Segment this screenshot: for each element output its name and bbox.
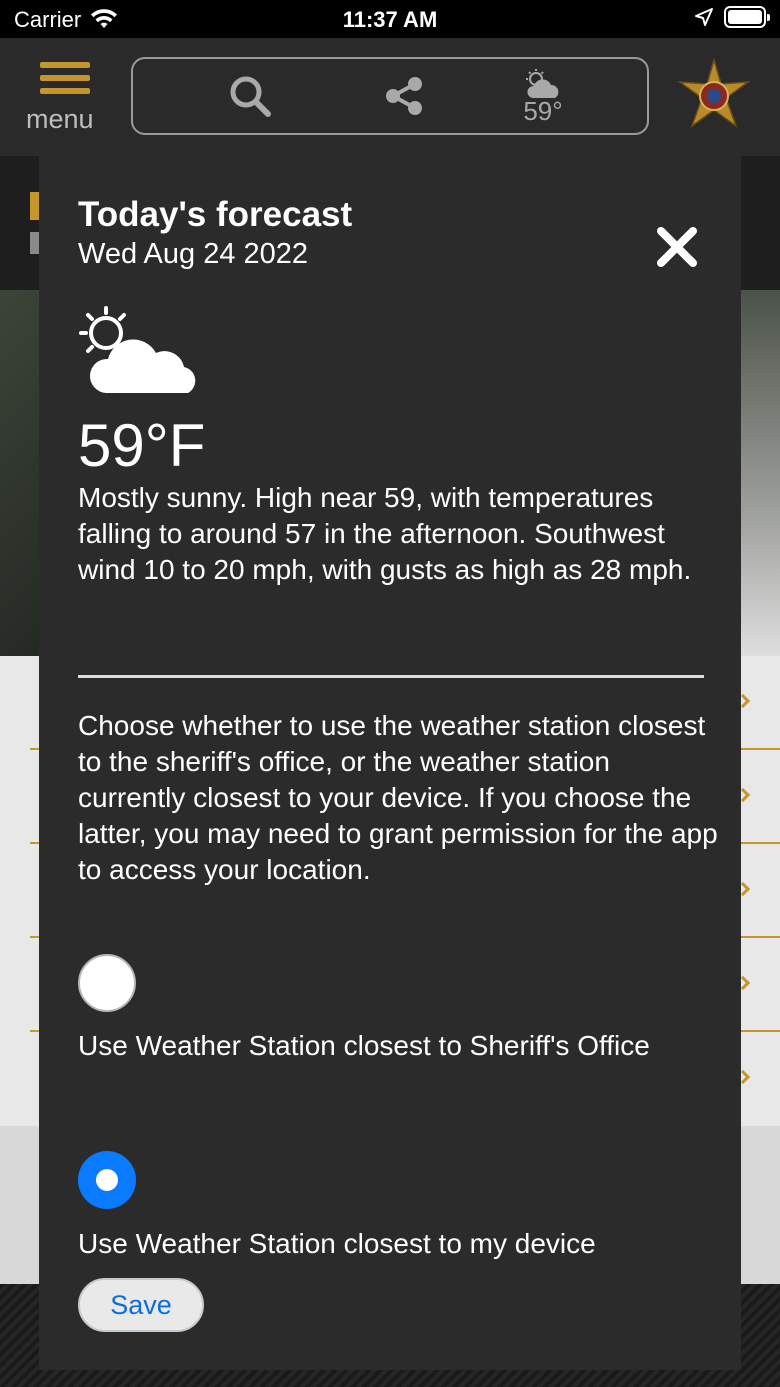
header-toolbar: 59° <box>131 57 649 135</box>
location-arrow-icon <box>695 8 713 26</box>
status-right <box>694 6 770 28</box>
radio-my-device-label[interactable]: Use Weather Station closest to my device <box>78 1226 718 1262</box>
header-temperature: 59° <box>523 96 563 126</box>
share-button[interactable] <box>379 59 429 133</box>
status-time: 11:37 AM <box>342 7 438 32</box>
divider <box>78 675 704 678</box>
app-header: menu 59° <box>0 38 780 156</box>
search-icon <box>230 76 271 117</box>
radio-sheriff-office-station[interactable] <box>78 954 136 1012</box>
menu-label: menu <box>26 104 94 134</box>
forecast-description: Mostly sunny. High near 59, with tempera… <box>78 482 692 585</box>
share-icon <box>386 77 422 115</box>
sheriff-badge-logo[interactable] <box>676 58 752 134</box>
weather-button[interactable]: 59° <box>513 59 573 133</box>
modal-title: Today's forecast <box>78 195 353 234</box>
battery-icon <box>724 6 770 28</box>
status-bar: Carrier 11:37 AM <box>0 0 780 38</box>
menu-button[interactable]: menu <box>26 60 106 140</box>
forecast-modal: Today's forecast Wed Aug 24 2022 59°F Mo… <box>39 155 741 1370</box>
radio-my-device-station[interactable] <box>78 1151 136 1209</box>
save-button[interactable]: Save <box>78 1278 204 1332</box>
close-icon[interactable] <box>653 223 701 271</box>
current-temperature: 59°F <box>78 412 206 479</box>
station-choice-explanation: Choose whether to use the weather statio… <box>78 710 718 885</box>
radio-sheriff-office-label[interactable]: Use Weather Station closest to Sheriff's… <box>78 1028 698 1064</box>
partly-sunny-icon <box>79 306 196 393</box>
forecast-date: Wed Aug 24 2022 <box>78 238 309 270</box>
hamburger-icon <box>40 62 90 101</box>
search-button[interactable] <box>225 59 275 133</box>
